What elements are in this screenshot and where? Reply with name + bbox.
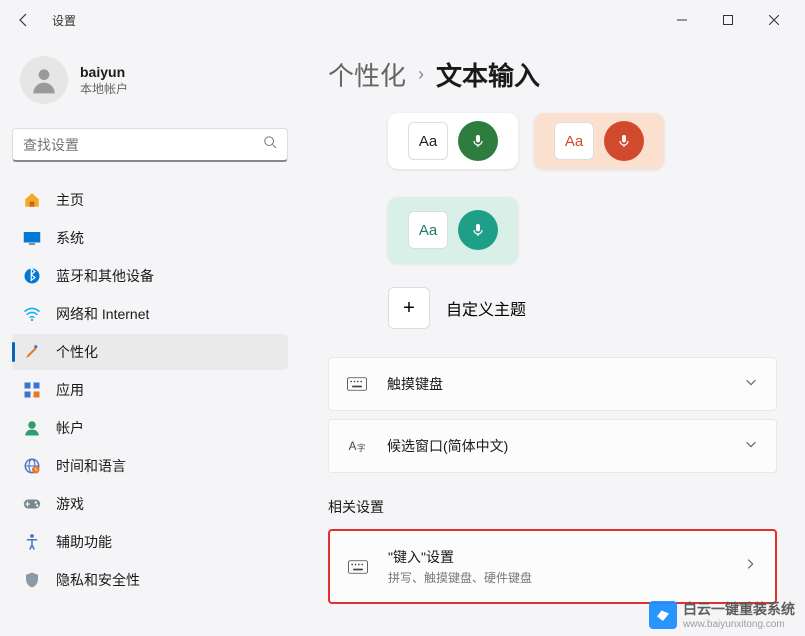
watermark-url: www.baiyunxitong.com <box>683 619 795 630</box>
watermark: 白云一键重装系统 www.baiyunxitong.com <box>649 599 795 630</box>
maximize-button[interactable] <box>705 4 751 36</box>
apps-icon <box>22 380 42 400</box>
account-name: baiyun <box>80 64 128 80</box>
search-box[interactable] <box>12 128 288 162</box>
keyboard-icon <box>348 560 370 574</box>
globe-icon <box>22 456 42 476</box>
chevron-right-icon <box>743 557 757 576</box>
nav-gaming[interactable]: 游戏 <box>12 486 288 522</box>
chevron-right-icon: › <box>418 64 424 85</box>
setting-title: 触摸键盘 <box>387 374 744 394</box>
setting-candidate-window[interactable]: A字 候选窗口(简体中文) <box>328 419 777 473</box>
aa-sample: Aa <box>554 122 594 160</box>
custom-theme-row: + 自定义主题 <box>328 287 777 329</box>
nav-label: 辅助功能 <box>56 532 112 552</box>
nav-time[interactable]: 时间和语言 <box>12 448 288 484</box>
mic-icon <box>458 121 498 161</box>
close-button[interactable] <box>751 4 797 36</box>
person-icon <box>22 418 42 438</box>
search-icon <box>263 135 277 154</box>
main-pane: 个性化 › 文本输入 Aa Aa Aa + 自定义主题 <box>300 40 805 636</box>
nav-accessibility[interactable]: 辅助功能 <box>12 524 288 560</box>
font-icon: A字 <box>347 437 369 455</box>
window-title: 设置 <box>52 12 76 29</box>
aa-sample: Aa <box>408 122 448 160</box>
nav-apps[interactable]: 应用 <box>12 372 288 408</box>
svg-text:A: A <box>349 440 357 453</box>
nav-label: 游戏 <box>56 494 84 514</box>
bluetooth-icon <box>22 266 42 286</box>
nav-network[interactable]: 网络和 Internet <box>12 296 288 332</box>
nav-label: 应用 <box>56 380 84 400</box>
mic-icon <box>604 121 644 161</box>
svg-text:字: 字 <box>357 443 365 453</box>
nav-privacy[interactable]: 隐私和安全性 <box>12 562 288 598</box>
chevron-down-icon <box>744 437 758 456</box>
nav-label: 系统 <box>56 228 84 248</box>
sidebar: baiyun 本地帐户 主页 系统 蓝牙和其他设备 网络和 Internet 个… <box>0 40 300 636</box>
titlebar: 设置 <box>0 0 805 40</box>
breadcrumb-current: 文本输入 <box>436 56 540 93</box>
watermark-brand: 白云一键重装系统 <box>683 599 795 619</box>
setting-typing[interactable]: "键入"设置 拼写、触摸键盘、硬件键盘 <box>328 529 777 604</box>
home-icon <box>22 190 42 210</box>
nav-bluetooth[interactable]: 蓝牙和其他设备 <box>12 258 288 294</box>
theme-card-3[interactable]: Aa <box>388 197 518 263</box>
breadcrumb: 个性化 › 文本输入 <box>328 56 777 93</box>
setting-title: 候选窗口(简体中文) <box>387 436 744 456</box>
wifi-icon <box>22 304 42 324</box>
custom-theme-label: 自定义主题 <box>446 296 526 320</box>
theme-row-top: Aa Aa <box>328 113 777 169</box>
aa-sample: Aa <box>408 211 448 249</box>
nav-label: 网络和 Internet <box>56 304 149 324</box>
account-type: 本地帐户 <box>80 80 128 97</box>
nav-label: 时间和语言 <box>56 456 126 476</box>
brush-icon <box>22 342 42 362</box>
window-controls <box>659 4 797 36</box>
chevron-down-icon <box>744 375 758 394</box>
nav-accounts[interactable]: 帐户 <box>12 410 288 446</box>
minimize-button[interactable] <box>659 4 705 36</box>
avatar-icon <box>20 56 68 104</box>
setting-touch-keyboard[interactable]: 触摸键盘 <box>328 357 777 411</box>
mic-icon <box>458 210 498 250</box>
section-related: 相关设置 <box>328 497 777 517</box>
account-block[interactable]: baiyun 本地帐户 <box>12 48 288 112</box>
back-button[interactable] <box>8 4 40 36</box>
nav-home[interactable]: 主页 <box>12 182 288 218</box>
theme-row-center: Aa <box>328 185 777 263</box>
accessibility-icon <box>22 532 42 552</box>
shield-icon <box>22 570 42 590</box>
nav-list: 主页 系统 蓝牙和其他设备 网络和 Internet 个性化 应用 帐户 时间和… <box>12 182 288 598</box>
search-input[interactable] <box>23 137 263 153</box>
nav-personalize[interactable]: 个性化 <box>12 334 288 370</box>
setting-subtitle: 拼写、触摸键盘、硬件键盘 <box>388 569 743 586</box>
nav-system[interactable]: 系统 <box>12 220 288 256</box>
nav-label: 个性化 <box>56 342 98 362</box>
nav-label: 主页 <box>56 190 84 210</box>
breadcrumb-parent[interactable]: 个性化 <box>328 56 406 93</box>
gamepad-icon <box>22 494 42 514</box>
theme-card-2[interactable]: Aa <box>534 113 664 169</box>
watermark-logo-icon <box>649 601 677 629</box>
keyboard-icon <box>347 377 369 391</box>
setting-title: "键入"设置 <box>388 547 743 567</box>
add-theme-button[interactable]: + <box>388 287 430 329</box>
nav-label: 帐户 <box>56 418 84 438</box>
nav-label: 蓝牙和其他设备 <box>56 266 154 286</box>
nav-label: 隐私和安全性 <box>56 570 140 590</box>
system-icon <box>22 228 42 248</box>
theme-card-1[interactable]: Aa <box>388 113 518 169</box>
